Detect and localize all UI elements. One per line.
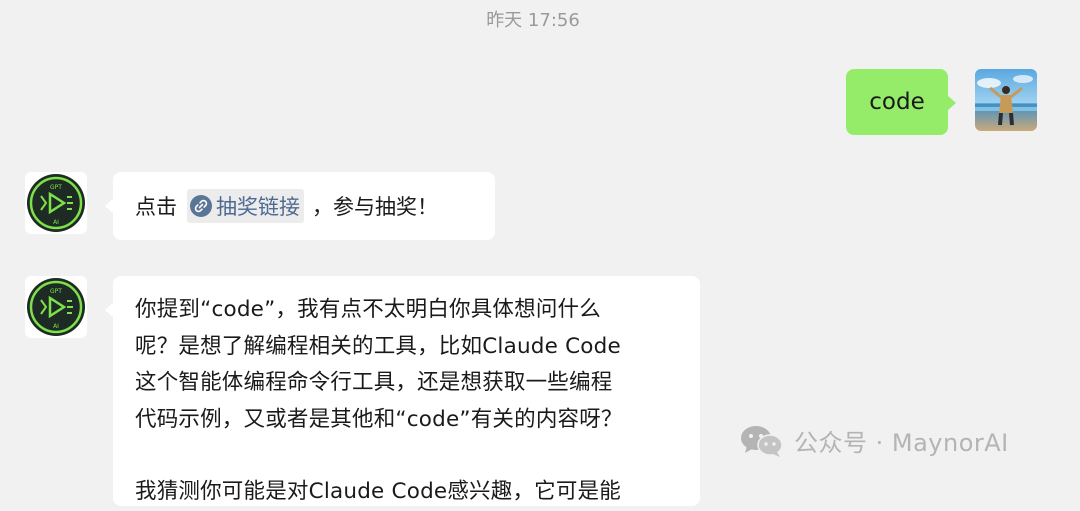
bot-message-1-suffix: ，参与抽奖！: [312, 195, 438, 219]
bot-logo-avatar: GPT AI: [25, 276, 87, 338]
bot-message-1-prefix: 点击: [135, 195, 177, 219]
lottery-link[interactable]: 抽奖链接: [187, 189, 304, 223]
timestamp: 昨天 17:56: [486, 10, 580, 31]
bot-message-2-line: 代码示例，又或者是其他和“code”有关的内容呀？: [135, 406, 623, 432]
bot-logo-top-text: GPT: [50, 288, 62, 295]
bot-message-bubble-1[interactable]: 点击 抽奖链接 ，参与抽奖！: [105, 172, 495, 240]
bot-message-2-line: 你提到“code”，我有点不太明白你具体想问什么: [135, 297, 601, 322]
user-message-bubble[interactable]: code: [846, 69, 956, 135]
user-avatar[interactable]: [975, 69, 1037, 131]
bot-logo-bottom-text: AI: [53, 323, 59, 330]
wechat-icon: [741, 425, 783, 457]
bot-logo-avatar: GPT AI: [25, 172, 87, 234]
watermark-text: 公众号 · MaynorAI: [794, 429, 1009, 457]
user-photo-avatar: [975, 69, 1037, 131]
bot-avatar[interactable]: GPT AI: [25, 172, 87, 234]
user-message-text: code: [869, 89, 925, 115]
link-icon: [190, 195, 212, 217]
bot-logo-bottom-text: AI: [53, 219, 59, 226]
bot-logo-top-text: GPT: [50, 184, 62, 191]
bot-message-bubble-2[interactable]: 你提到“code”，我有点不太明白你具体想问什么 呢？是想了解编程相关的工具，比…: [105, 276, 700, 506]
bot-message-2-line: 呢？是想了解编程相关的工具，比如Claude Code: [135, 333, 621, 359]
bot-avatar[interactable]: GPT AI: [25, 276, 87, 338]
watermark: 公众号 · MaynorAI: [740, 423, 1009, 458]
bot-message-2-line: 这个智能体编程命令行工具，还是想获取一些编程: [135, 370, 613, 395]
lottery-link-label: 抽奖链接: [216, 195, 300, 219]
bot-message-2-line: 我猜测你可能是对Claude Code感兴趣，它可是能: [135, 479, 621, 504]
